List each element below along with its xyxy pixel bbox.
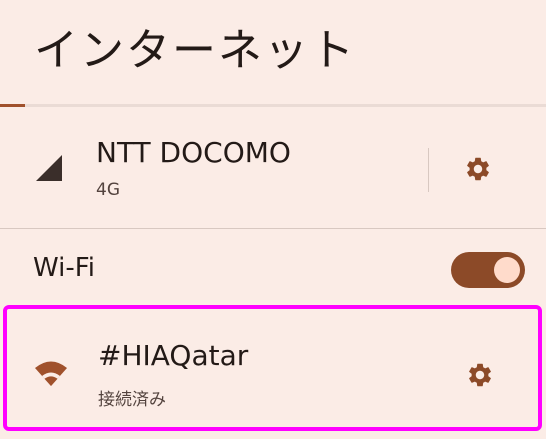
mobile-network-row[interactable]: NTT DOCOMO 4G [0,110,546,228]
wifi-icon [33,359,69,389]
vertical-divider [428,148,429,192]
gear-icon[interactable] [466,361,494,389]
wifi-label: Wi-Fi [33,253,96,283]
wifi-toggle-row[interactable]: Wi-Fi [0,229,546,305]
page-title: インターネット [34,25,356,76]
network-ssid: #HIAQatar [98,339,249,372]
signal-strength-icon [34,153,64,183]
network-type: 4G [96,180,120,200]
toggle-knob [494,257,520,283]
connection-status: 接続済み [98,390,166,410]
gear-icon[interactable] [464,155,492,183]
connected-network-row[interactable]: #HIAQatar 接続済み [3,305,542,431]
loading-progress-fill [0,104,25,107]
loading-progress-bar [0,104,546,107]
carrier-name: NTT DOCOMO [96,136,291,169]
wifi-toggle[interactable] [451,252,525,288]
